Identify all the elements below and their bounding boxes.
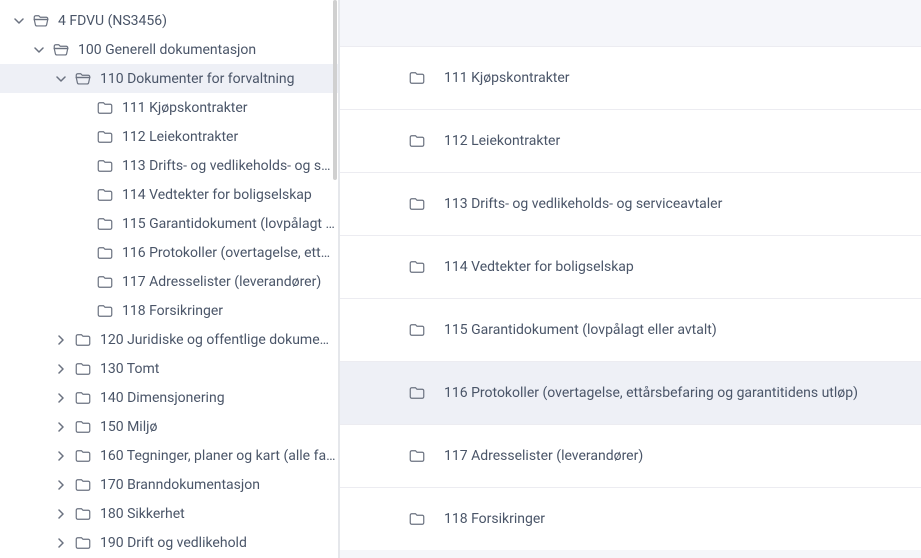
tree-node-170[interactable]: 170 Branndokumentasjon xyxy=(0,470,340,499)
folder-icon xyxy=(74,505,92,523)
folder-icon xyxy=(408,384,426,402)
tree-label: 100 Generell dokumentasjon xyxy=(78,42,340,58)
tree-node-190[interactable]: 190 Drift og vedlikehold xyxy=(0,528,340,557)
folder-open-icon xyxy=(74,70,92,88)
list-item-label: 114 Vedtekter for boligselskap xyxy=(444,259,634,275)
tree-node-115[interactable]: 115 Garantidokument (lovpålagt eller avt… xyxy=(0,209,340,238)
tree-node-110[interactable]: 110 Dokumenter for forvaltning xyxy=(0,64,340,93)
list-item-label: 118 Forsikringer xyxy=(444,511,545,527)
folder-open-icon xyxy=(52,41,70,59)
tree-label: 112 Leiekontrakter xyxy=(122,129,340,145)
chevron-right-icon[interactable] xyxy=(54,364,68,374)
chevron-right-icon[interactable] xyxy=(54,538,68,548)
folder-icon xyxy=(408,258,426,276)
folder-icon xyxy=(408,321,426,339)
chevron-right-icon[interactable] xyxy=(54,393,68,403)
chevron-right-icon[interactable] xyxy=(54,509,68,519)
tree-node-140[interactable]: 140 Dimensjonering xyxy=(0,383,340,412)
tree-label: 4 FDVU (NS3456) xyxy=(58,13,340,29)
folder-icon xyxy=(408,510,426,528)
list-item[interactable]: 111 Kjøpskontrakter xyxy=(340,46,921,109)
folder-icon xyxy=(96,273,114,291)
tree-label: 110 Dokumenter for forvaltning xyxy=(100,71,340,87)
folder-icon xyxy=(96,157,114,175)
list-item[interactable]: 113 Drifts- og vedlikeholds- og servicea… xyxy=(340,172,921,235)
tree-node-150[interactable]: 150 Miljø xyxy=(0,412,340,441)
tree-node-4-fdvu[interactable]: 4 FDVU (NS3456) xyxy=(0,6,340,35)
folder-icon xyxy=(96,128,114,146)
list-item[interactable]: 116 Protokoller (overtagelse, ettårsbefa… xyxy=(340,361,921,424)
list-item-label: 112 Leiekontrakter xyxy=(444,133,560,149)
list-item[interactable]: 117 Adresselister (leverandører) xyxy=(340,424,921,487)
folder-icon xyxy=(96,244,114,262)
tree-label: 118 Forsikringer xyxy=(122,303,340,319)
folder-icon xyxy=(74,476,92,494)
tree-label: 130 Tomt xyxy=(100,361,340,377)
tree-node-117[interactable]: 117 Adresselister (leverandører) xyxy=(0,267,340,296)
chevron-right-icon[interactable] xyxy=(54,480,68,490)
tree-label: 150 Miljø xyxy=(100,419,340,435)
folder-icon xyxy=(74,534,92,552)
folder-icon xyxy=(96,215,114,233)
tree-node-113[interactable]: 113 Drifts- og vedlikeholds- og servicea… xyxy=(0,151,340,180)
list-item[interactable]: 112 Leiekontrakter xyxy=(340,109,921,172)
chevron-right-icon[interactable] xyxy=(54,422,68,432)
tree-node-111[interactable]: 111 Kjøpskontrakter xyxy=(0,93,340,122)
chevron-down-icon[interactable] xyxy=(32,45,46,55)
tree-node-130[interactable]: 130 Tomt xyxy=(0,354,340,383)
tree-label: 140 Dimensjonering xyxy=(100,390,340,406)
folder-icon xyxy=(74,331,92,349)
tree-node-116[interactable]: 116 Protokoller (overtagelse, ettårsbefa… xyxy=(0,238,340,267)
tree-label: 113 Drifts- og vedlikeholds- og servicea… xyxy=(122,158,340,174)
folder-tree: 4 FDVU (NS3456) 100 Generell dokumentasj… xyxy=(0,0,340,558)
chevron-down-icon[interactable] xyxy=(12,16,26,26)
list-item[interactable]: 114 Vedtekter for boligselskap xyxy=(340,235,921,298)
list-item-label: 115 Garantidokument (lovpålagt eller avt… xyxy=(444,322,717,338)
folder-icon xyxy=(96,302,114,320)
folder-icon xyxy=(74,447,92,465)
tree-label: 190 Drift og vedlikehold xyxy=(100,535,340,551)
folder-icon xyxy=(74,360,92,378)
tree-label: 116 Protokoller (overtagelse, ettårsbefa… xyxy=(122,245,340,261)
list-item[interactable]: 118 Forsikringer xyxy=(340,487,921,550)
list-item-label: 113 Drifts- og vedlikeholds- og servicea… xyxy=(444,196,722,212)
tree-label: 180 Sikkerhet xyxy=(100,506,340,522)
list-item[interactable]: 115 Garantidokument (lovpålagt eller avt… xyxy=(340,298,921,361)
tree-label: 115 Garantidokument (lovpålagt eller avt… xyxy=(122,216,340,232)
list-item-label: 117 Adresselister (leverandører) xyxy=(444,448,643,464)
folder-icon xyxy=(408,69,426,87)
tree-label: 117 Adresselister (leverandører) xyxy=(122,274,340,290)
tree-node-112[interactable]: 112 Leiekontrakter xyxy=(0,122,340,151)
folder-icon xyxy=(408,132,426,150)
tree-label: 120 Juridiske og offentlige dokumenter xyxy=(100,332,340,348)
folder-contents: 111 Kjøpskontrakter 112 Leiekontrakter 1… xyxy=(340,0,921,558)
folder-icon xyxy=(96,186,114,204)
folder-tree-sidebar[interactable]: 4 FDVU (NS3456) 100 Generell dokumentasj… xyxy=(0,0,340,558)
folder-icon xyxy=(96,99,114,117)
folder-icon xyxy=(408,195,426,213)
folder-icon xyxy=(74,389,92,407)
resize-divider[interactable] xyxy=(338,0,340,558)
tree-label: 170 Branndokumentasjon xyxy=(100,477,340,493)
folder-list: 111 Kjøpskontrakter 112 Leiekontrakter 1… xyxy=(340,0,921,550)
folder-icon xyxy=(408,447,426,465)
tree-node-118[interactable]: 118 Forsikringer xyxy=(0,296,340,325)
chevron-right-icon[interactable] xyxy=(54,451,68,461)
tree-label: 160 Tegninger, planer og kart (alle fag) xyxy=(100,448,340,464)
chevron-right-icon[interactable] xyxy=(54,335,68,345)
folder-icon xyxy=(74,418,92,436)
tree-node-120[interactable]: 120 Juridiske og offentlige dokumenter xyxy=(0,325,340,354)
chevron-down-icon[interactable] xyxy=(54,74,68,84)
tree-node-160[interactable]: 160 Tegninger, planer og kart (alle fag) xyxy=(0,441,340,470)
tree-label: 111 Kjøpskontrakter xyxy=(122,100,340,116)
folder-open-icon xyxy=(32,12,50,30)
tree-label: 114 Vedtekter for boligselskap xyxy=(122,187,340,203)
tree-node-180[interactable]: 180 Sikkerhet xyxy=(0,499,340,528)
tree-node-114[interactable]: 114 Vedtekter for boligselskap xyxy=(0,180,340,209)
tree-node-100[interactable]: 100 Generell dokumentasjon xyxy=(0,35,340,64)
list-item-label: 111 Kjøpskontrakter xyxy=(444,70,570,86)
list-item-label: 116 Protokoller (overtagelse, ettårsbefa… xyxy=(444,385,858,401)
